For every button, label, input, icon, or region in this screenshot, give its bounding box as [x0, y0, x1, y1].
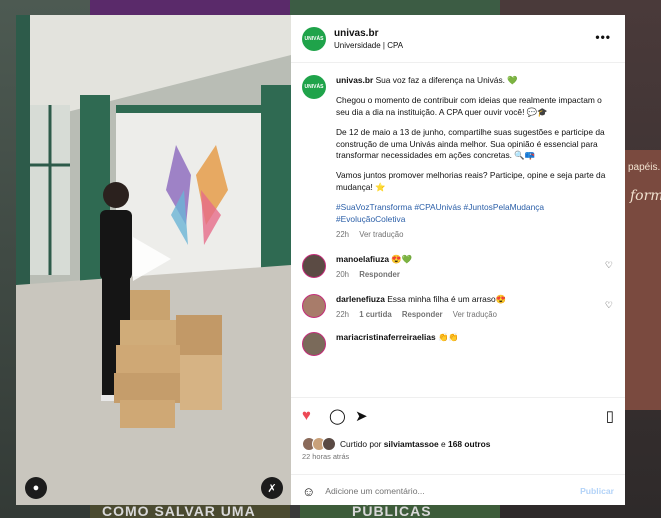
- comment-avatar[interactable]: [302, 254, 326, 279]
- comment-like-icon[interactable]: ♡: [605, 300, 613, 311]
- comment-like-icon[interactable]: ♡: [605, 260, 613, 271]
- bg-promo-large: form: [630, 188, 661, 204]
- caption-translate-link[interactable]: Ver tradução: [359, 230, 403, 239]
- caption-paragraph-3: De 12 de maio a 13 de junho, compartilhe…: [336, 127, 605, 161]
- tagged-user-icon[interactable]: ●: [25, 477, 47, 499]
- like-icon[interactable]: ♥: [302, 407, 311, 424]
- comment-text: Essa minha filha é um arraso😍: [387, 294, 507, 305]
- caption-time: 22h: [336, 230, 350, 240]
- comment-time: 22h: [336, 310, 350, 320]
- caption-paragraph-2: Chegou o momento de contribuir com ideia…: [336, 95, 602, 117]
- caption-avatar[interactable]: UNIVÁS: [302, 75, 326, 99]
- post-details-panel: UNIVÁS univas.br Universidade | CPA ••• …: [291, 15, 625, 505]
- liked-by-label: Curtido por: [340, 439, 382, 449]
- comment-icon[interactable]: ◯: [329, 407, 346, 425]
- comment-username[interactable]: mariacristinaferreiraelias: [336, 332, 436, 342]
- caption-username[interactable]: univas.br: [336, 75, 373, 85]
- author-subtitle: Universidade | CPA: [334, 40, 404, 50]
- post-video[interactable]: ● ✗: [16, 15, 291, 505]
- post-modal: ● ✗ UNIVÁS univas.br Universidade | CPA …: [16, 15, 625, 505]
- author-username[interactable]: univas.br: [334, 28, 403, 39]
- caption-line1: Sua voz faz a diferença na Univás. 💚: [375, 75, 518, 85]
- add-comment-bar: ☺ Adicione um comentário... Publicar: [291, 474, 625, 507]
- comment-likes-count[interactable]: 1 curtida: [359, 310, 392, 319]
- author-avatar[interactable]: UNIVÁS: [302, 26, 326, 51]
- caption-paragraph-4: Vamos juntos promover melhorias reais? P…: [336, 170, 606, 192]
- save-icon[interactable]: ▯: [606, 407, 614, 425]
- comment-text: 👏👏: [437, 332, 459, 343]
- post-caption: UNIVÁS univas.br Sua voz faz a diferença…: [291, 63, 625, 240]
- emoji-icon[interactable]: ☺: [302, 484, 315, 499]
- liked-user[interactable]: silviamtassoe: [384, 439, 439, 449]
- comment-time: 20h: [336, 270, 350, 280]
- comment-reply-link[interactable]: Responder: [359, 270, 400, 279]
- likes-summary[interactable]: Curtido por silviamtassoe e 168 outros: [302, 437, 490, 451]
- comment-avatar[interactable]: [302, 332, 326, 357]
- post-actions: ♥ ◯ ➤ ▯ Curtido por silviamtassoe e 168 …: [291, 397, 625, 508]
- comments-scroll-area[interactable]: UNIVÁS univas.br Sua voz faz a diferença…: [291, 63, 625, 388]
- caption-hashtags[interactable]: #SuaVozTransforma #CPAUnivás #JuntosPela…: [336, 202, 614, 225]
- comment-avatar[interactable]: [302, 294, 326, 319]
- comment-translate-link[interactable]: Ver tradução: [453, 310, 497, 319]
- publish-button[interactable]: Publicar: [580, 486, 614, 496]
- comment-item: manoelafiuza 😍💚 20h Responder ♡: [291, 254, 625, 280]
- bg-post-title-left: COMO SALVAR UMA: [102, 505, 256, 518]
- liked-others-count[interactable]: 168 outros: [448, 439, 490, 449]
- comment-username[interactable]: darlenefiuza: [336, 294, 385, 304]
- post-header: UNIVÁS univas.br Universidade | CPA •••: [291, 15, 625, 63]
- liked-and-label: e: [441, 439, 446, 449]
- comment-input[interactable]: Adicione um comentário...: [325, 486, 580, 496]
- bg-promo-small: papéis.: [628, 162, 661, 173]
- post-timestamp: 22 horas atrás: [302, 452, 350, 461]
- play-icon[interactable]: [133, 237, 171, 281]
- comment-username[interactable]: manoelafiuza: [336, 254, 389, 264]
- comment-reply-link[interactable]: Responder: [402, 310, 443, 319]
- more-options-icon[interactable]: •••: [595, 30, 611, 44]
- share-icon[interactable]: ➤: [355, 407, 368, 425]
- liker-avatar: [322, 437, 336, 451]
- comment-item: darlenefiuza Essa minha filha é um arras…: [291, 294, 625, 320]
- mute-icon[interactable]: ✗: [261, 477, 283, 499]
- comment-text: 😍💚: [391, 254, 413, 265]
- comment-item: mariacristinaferreiraelias 👏👏: [291, 332, 625, 357]
